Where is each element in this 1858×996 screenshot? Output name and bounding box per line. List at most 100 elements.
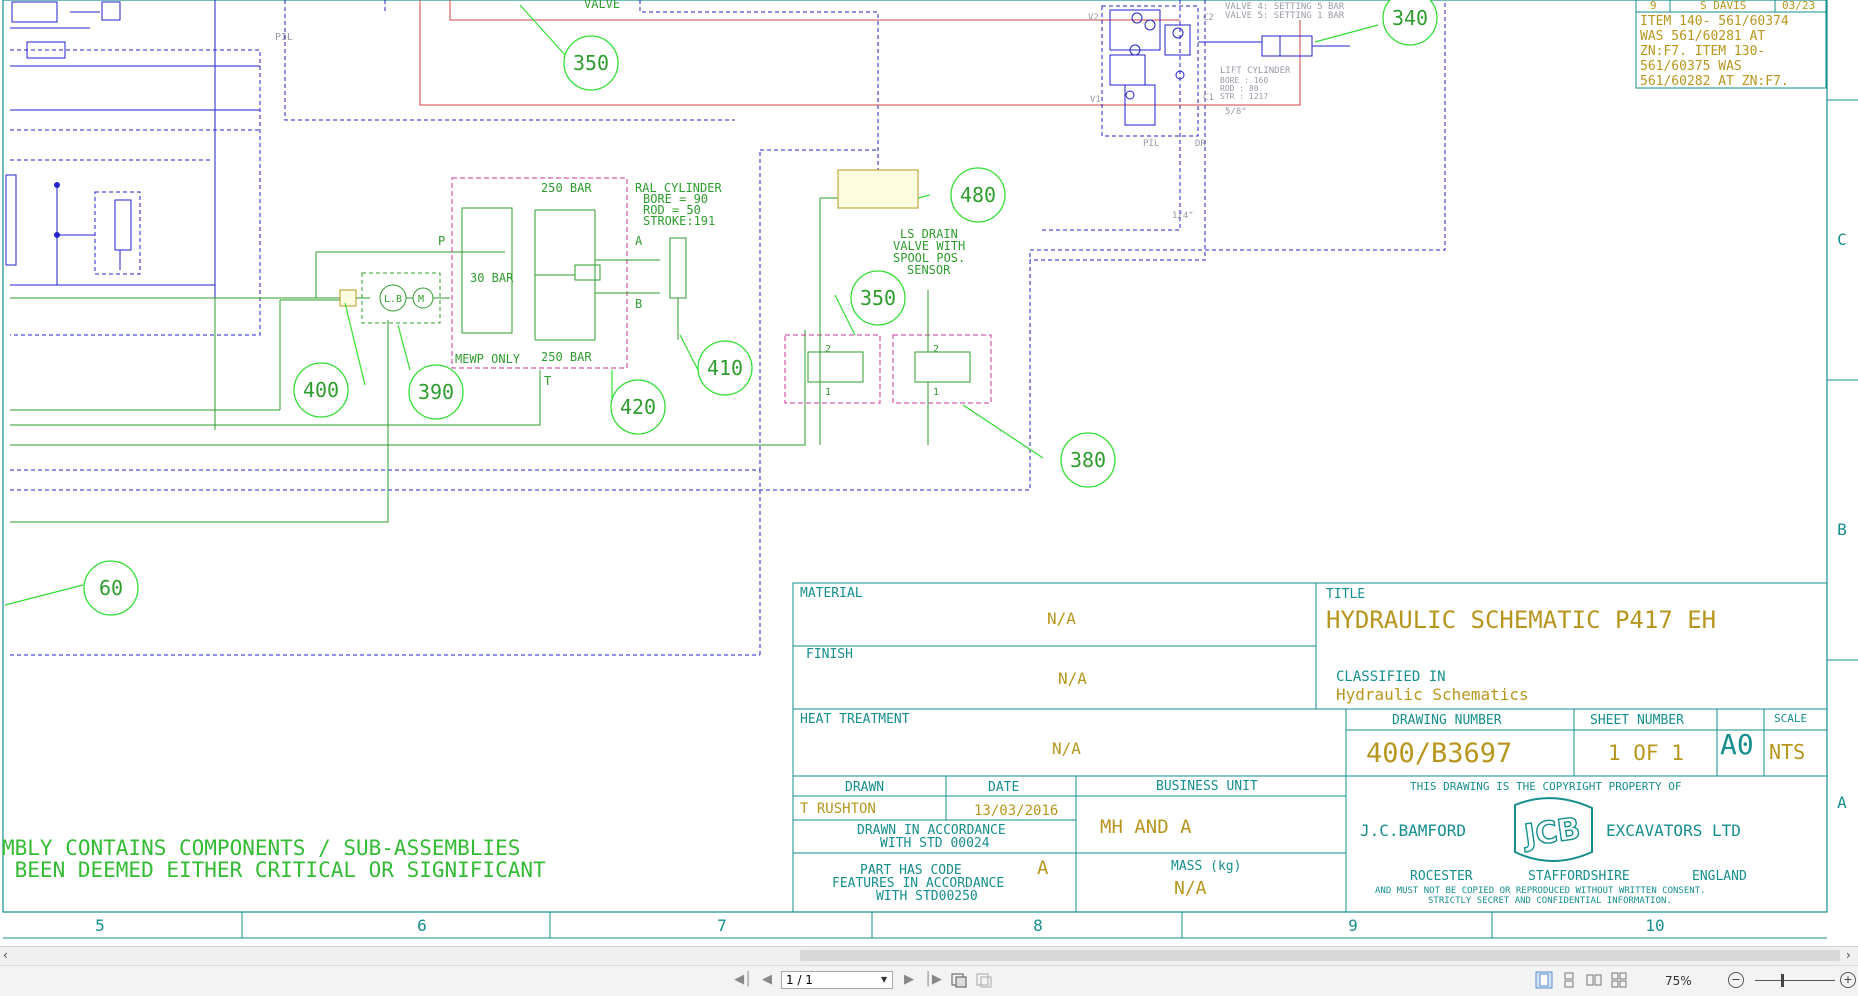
red-pressure-lines	[419, 0, 1301, 106]
single-page-icon[interactable]	[1535, 971, 1553, 989]
material-label: MATERIAL	[800, 586, 863, 601]
jcb-logo: JCB	[1514, 797, 1593, 862]
zoom-slider[interactable]	[1755, 980, 1835, 981]
first-page-icon[interactable]: ◀│	[733, 970, 753, 990]
drawn-label: DRAWN	[845, 780, 884, 795]
zone-row-a: A	[1837, 793, 1847, 812]
accordance-line2: WITH STD 00024	[880, 836, 990, 851]
drawing-canvas: 350 340 480 350 410 420 400 390 380 60 V…	[0, 0, 1858, 945]
scroll-left-icon[interactable]: ‹	[3, 948, 8, 962]
rev-line: WAS 561/60281 AT	[1640, 29, 1765, 44]
zoom-level[interactable]: 75%	[1665, 974, 1692, 988]
zone-row-c: C	[1837, 230, 1847, 249]
zone-col-9: 9	[1348, 916, 1358, 935]
disclaimer1: AND MUST NOT BE COPIED OR REPRODUCED WIT…	[1375, 886, 1706, 896]
next-page-icon[interactable]: ▶	[899, 970, 919, 990]
revision-note: 9 S DAVIS 03/23 ITEM 140- 561/60374 WAS …	[1635, 0, 1827, 89]
zone-columns: 5 6 7 8 9 10	[3, 911, 1827, 939]
balloon-leaders	[4, 4, 1379, 606]
classified-value: Hydraulic Schematics	[1336, 685, 1529, 704]
pos-2a: 2	[825, 344, 831, 355]
zone-col-6: 6	[417, 916, 427, 935]
v-lower-label: V1	[1090, 95, 1101, 105]
prev-page-icon[interactable]: ◀	[757, 970, 777, 990]
ral-stroke: STROKE:191	[643, 214, 715, 228]
town: ROCESTER	[1410, 869, 1473, 884]
dr-label: DR	[1195, 139, 1206, 149]
copyright-line: THIS DRAWING IS THE COPYRIGHT PROPERTY O…	[1410, 780, 1682, 793]
c2-label: C2	[1203, 13, 1214, 23]
balloon-380: 380	[1070, 448, 1106, 472]
part-code-letter: A	[1037, 857, 1049, 879]
horizontal-scrollbar[interactable]: ‹ ›	[0, 946, 1858, 965]
lift-str: STR : 1217	[1220, 92, 1268, 101]
disclaimer2: STRICTLY SECRET AND CONFIDENTIAL INFORMA…	[1428, 896, 1672, 906]
page-number-input[interactable]	[781, 971, 893, 989]
pil-label-bottom: PIL	[1143, 139, 1159, 149]
balloon-480: 480	[960, 183, 996, 207]
lift-cylinder-label: LIFT CYLINDER	[1220, 66, 1291, 76]
part-code-line3: WITH STD00250	[876, 889, 978, 904]
rev-line: ITEM 140- 561/60374	[1640, 14, 1789, 29]
balloon-420: 420	[620, 395, 656, 419]
port-t: T	[544, 374, 551, 388]
drawn-value: T RUSHTON	[800, 801, 876, 817]
zoom-slider-thumb[interactable]	[1781, 974, 1784, 987]
bar-250-top: 250 BAR	[541, 181, 592, 195]
scroll-right-icon[interactable]: ›	[1846, 948, 1851, 962]
fraction-label: 5/8"	[1225, 107, 1247, 117]
material-value: N/A	[1047, 609, 1076, 628]
sheet-size: A0	[1720, 728, 1754, 761]
schematic-svg: 350 340 480 350 410 420 400 390 380 60 V…	[2, 0, 1858, 939]
rev-line: 561/60282 AT ZN:F7.	[1640, 74, 1789, 89]
pos-2b: 2	[933, 344, 939, 355]
balloon-410: 410	[707, 356, 743, 380]
schematic-labels: VALVE PIL VALVE 4: SETTING 5 BAR VALVE 5…	[275, 0, 1345, 398]
valve-label: VALVE	[584, 0, 620, 11]
drawing-title: HYDRAULIC SCHEMATIC P417 EH	[1326, 606, 1716, 634]
date-value: 13/03/2016	[974, 803, 1058, 819]
sheet-number-label: SHEET NUMBER	[1590, 713, 1684, 728]
last-page-icon[interactable]: │▶	[923, 970, 943, 990]
drawing-number-value: 400/B3697	[1366, 738, 1512, 769]
navigation-toolbar: ◀│ ◀ ▼ ▶ │▶ 75% − +	[0, 965, 1858, 996]
view-mode-icon[interactable]	[950, 971, 968, 989]
copy-view-icon[interactable]	[975, 971, 993, 989]
pos-1a: 1	[825, 387, 831, 398]
v-upper-label: V2	[1088, 13, 1099, 23]
country: ENGLAND	[1692, 869, 1747, 884]
finish-label: FINISH	[806, 647, 853, 662]
continuous-facing-icon[interactable]	[1610, 971, 1628, 989]
motor-label: M	[418, 294, 424, 305]
pump-label: L.B	[384, 294, 402, 305]
zone-col-10: 10	[1645, 916, 1664, 935]
zoom-out-icon[interactable]: −	[1728, 972, 1744, 988]
balloon-60: 60	[99, 576, 123, 600]
drawing-number-label: DRAWING NUMBER	[1392, 713, 1502, 728]
scroll-thumb[interactable]	[800, 950, 1840, 961]
balloon-340: 340	[1392, 6, 1428, 30]
date-label: DATE	[988, 780, 1019, 795]
port-b: B	[635, 297, 642, 311]
zone-col-7: 7	[717, 916, 727, 935]
mass-value: N/A	[1174, 878, 1207, 899]
page-dropdown-icon[interactable]: ▼	[881, 975, 887, 984]
blue-circuit-left	[5, 0, 260, 300]
balloon-350-top: 350	[573, 51, 609, 75]
company-left: J.C.BAMFORD	[1360, 821, 1466, 840]
rev-number: 9	[1650, 0, 1657, 12]
mass-label: MASS (kg)	[1171, 859, 1241, 874]
classified-label: CLASSIFIED IN	[1336, 669, 1446, 685]
zoom-in-icon[interactable]: +	[1840, 972, 1856, 988]
zone-rows: C B A	[1826, 0, 1858, 912]
business-unit-label: BUSINESS UNIT	[1156, 779, 1258, 794]
facing-page-icon[interactable]	[1585, 971, 1603, 989]
port-p: P	[438, 234, 445, 248]
valve-setting-b: VALVE 5: SETTING 1 BAR	[1225, 11, 1345, 21]
rev-line: ZN:F7. ITEM 130-	[1640, 44, 1765, 59]
assembly-note-line1: MBLY CONTAINS COMPONENTS / SUB-ASSEMBLIE…	[2, 836, 520, 860]
c1-label: C1	[1203, 93, 1214, 103]
green-circuit	[10, 169, 992, 523]
company-right: EXCAVATORS LTD	[1606, 821, 1741, 840]
continuous-page-icon[interactable]	[1560, 971, 1578, 989]
